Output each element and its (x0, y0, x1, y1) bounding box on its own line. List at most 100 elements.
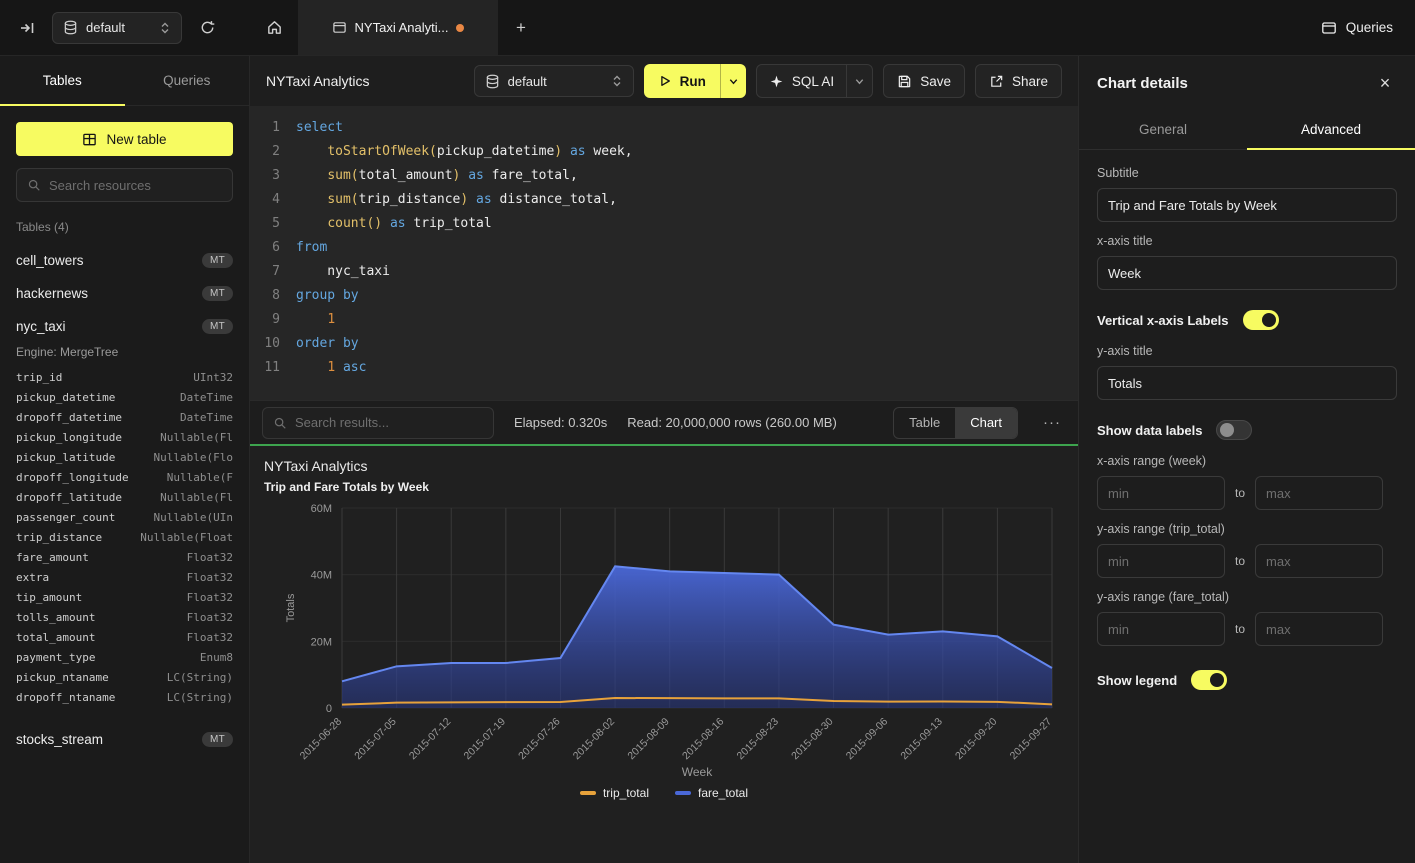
share-icon (989, 74, 1004, 89)
collapse-sidebar-button[interactable] (12, 13, 42, 43)
column-name: pickup_datetime (16, 391, 115, 404)
data-labels-toggle[interactable] (1216, 420, 1252, 440)
column-row[interactable]: pickup_datetime DateTime (0, 387, 249, 407)
run-options-button[interactable] (720, 64, 746, 98)
table-item-hackernews[interactable]: hackernews MT (0, 277, 249, 310)
chevron-updown-icon (611, 74, 623, 88)
sidebar-search (16, 168, 233, 202)
column-name: pickup_longitude (16, 431, 122, 444)
table-name: hackernews (16, 286, 88, 301)
legend-label: trip_total (603, 786, 649, 800)
table-item-cell-towers[interactable]: cell_towers MT (0, 244, 249, 277)
search-icon (273, 416, 287, 430)
sql-ai-label: SQL AI (792, 74, 834, 89)
home-icon (266, 19, 283, 36)
xrange-min-input[interactable] (1097, 476, 1225, 510)
unsaved-indicator-dot (456, 24, 464, 32)
column-row[interactable]: payment_typeEnum8 (0, 647, 249, 667)
column-type: Float32 (187, 551, 233, 564)
queries-icon (1321, 20, 1337, 36)
new-table-button[interactable]: New table (16, 122, 233, 156)
new-tab-button[interactable]: + (498, 0, 544, 55)
svg-text:60M: 60M (311, 503, 332, 515)
column-row[interactable]: trip_distanceNullable(Float (0, 527, 249, 547)
column-row[interactable]: tip_amountFloat32 (0, 587, 249, 607)
svg-text:2015-08-09: 2015-08-09 (625, 716, 672, 763)
sidebar-tab-tables[interactable]: Tables (0, 56, 125, 105)
column-row[interactable]: dropoff_latitudeNullable(Fl (0, 487, 249, 507)
results-more-button[interactable]: ··· (1038, 414, 1066, 431)
queries-button[interactable]: Queries (1321, 20, 1393, 36)
code-line: sum(total_amount) as fare_total, (296, 164, 1078, 188)
chart-details-title: Chart details (1097, 75, 1188, 92)
column-row[interactable]: trip_idUInt32 (0, 367, 249, 387)
save-button[interactable]: Save (883, 64, 965, 98)
view-table-button[interactable]: Table (894, 408, 955, 438)
svg-text:2015-08-23: 2015-08-23 (735, 716, 782, 763)
topbar-database-selector[interactable]: default (52, 12, 182, 44)
column-name: tip_amount (16, 591, 82, 604)
share-button[interactable]: Share (975, 64, 1062, 98)
sidebar-search-input[interactable] (49, 178, 222, 193)
yrange-fare-max-input[interactable] (1255, 612, 1383, 646)
tab-nytaxi-analytics[interactable]: NYTaxi Analyti... (298, 0, 498, 55)
svg-text:2015-07-26: 2015-07-26 (516, 716, 563, 763)
vertical-labels-toggle[interactable] (1243, 310, 1279, 330)
column-type: DateTime (180, 391, 233, 404)
close-panel-button[interactable]: × (1373, 73, 1397, 94)
column-row[interactable]: pickup_longitudeNullable(Fl (0, 427, 249, 447)
tab-general[interactable]: General (1079, 110, 1247, 149)
column-row[interactable]: pickup_ntanameLC(String) (0, 667, 249, 687)
svg-text:2015-09-27: 2015-09-27 (1008, 716, 1055, 763)
chart-details-panel: Chart details × General Advanced Subtitl… (1078, 56, 1415, 863)
xaxis-title-input[interactable] (1097, 256, 1397, 290)
data-labels-label: Show data labels (1097, 423, 1202, 438)
results-search-input[interactable] (295, 415, 483, 430)
legend-item-trip_total[interactable]: trip_total (580, 786, 649, 800)
run-button[interactable]: Run (644, 64, 720, 98)
column-type: Float32 (187, 571, 233, 584)
column-row[interactable]: dropoff_longitudeNullable(F (0, 467, 249, 487)
code-line: group by (296, 284, 1078, 308)
table-item-stocks-stream[interactable]: stocks_stream MT (0, 723, 249, 756)
svg-text:2015-06-28: 2015-06-28 (298, 716, 345, 763)
show-legend-toggle[interactable] (1191, 670, 1227, 690)
chart-subtitle: Trip and Fare Totals by Week (264, 480, 1064, 494)
sql-ai-button[interactable]: SQL AI (757, 65, 846, 97)
column-row[interactable]: dropoff_datetimeDateTime (0, 407, 249, 427)
column-row[interactable]: fare_amountFloat32 (0, 547, 249, 567)
column-name: trip_distance (16, 531, 102, 544)
tab-advanced[interactable]: Advanced (1247, 110, 1415, 149)
to-label: to (1235, 554, 1245, 568)
legend-item-fare_total[interactable]: fare_total (675, 786, 748, 800)
query-tab-icon (332, 20, 347, 35)
chart-details-tabs: General Advanced (1079, 110, 1415, 150)
yaxis-title-input[interactable] (1097, 366, 1397, 400)
subtitle-input[interactable] (1097, 188, 1397, 222)
sql-ai-options-button[interactable] (846, 65, 872, 97)
refresh-button[interactable] (192, 13, 222, 43)
column-name: passenger_count (16, 511, 115, 524)
column-row[interactable]: tolls_amountFloat32 (0, 607, 249, 627)
column-row[interactable]: pickup_latitudeNullable(Flo (0, 447, 249, 467)
yrange-trip-max-input[interactable] (1255, 544, 1383, 578)
yrange-trip-min-input[interactable] (1097, 544, 1225, 578)
xrange-max-input[interactable] (1255, 476, 1383, 510)
column-row[interactable]: total_amountFloat32 (0, 627, 249, 647)
query-title: NYTaxi Analytics (266, 73, 369, 89)
query-database-selector[interactable]: default (474, 65, 634, 97)
column-row[interactable]: extraFloat32 (0, 567, 249, 587)
view-chart-button[interactable]: Chart (955, 408, 1017, 438)
column-name: dropoff_longitude (16, 471, 129, 484)
code-line: from (296, 236, 1078, 260)
home-tab[interactable] (250, 0, 298, 55)
table-item-nyc-taxi[interactable]: nyc_taxi MT (0, 310, 249, 343)
engine-badge: MT (202, 286, 233, 301)
vertical-labels-row: Vertical x-axis Labels (1097, 310, 1397, 330)
svg-text:20M: 20M (311, 636, 332, 648)
column-row[interactable]: passenger_countNullable(UIn (0, 507, 249, 527)
sidebar-tab-queries[interactable]: Queries (125, 56, 250, 105)
yrange-fare-min-input[interactable] (1097, 612, 1225, 646)
sql-editor[interactable]: 1234567891011 select toStartOfWeek(picku… (250, 106, 1078, 400)
column-row[interactable]: dropoff_ntanameLC(String) (0, 687, 249, 707)
